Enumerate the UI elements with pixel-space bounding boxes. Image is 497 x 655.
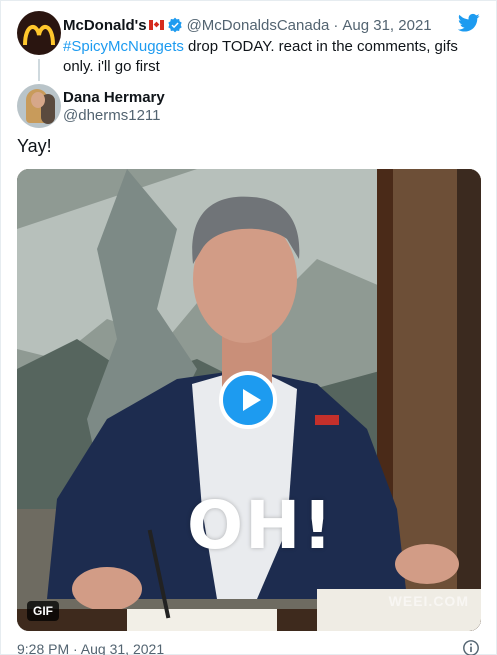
author-avatar[interactable]: [17, 84, 61, 128]
parent-tweet-header: McDonald's @McDonaldsCanada · Aug 31, 20…: [63, 15, 432, 35]
play-icon: [243, 389, 261, 411]
mcdonalds-avatar[interactable]: [17, 11, 61, 55]
author-display-name[interactable]: Dana Hermary: [63, 89, 165, 106]
avatar-face: [31, 92, 45, 108]
hashtag-link[interactable]: #SpicyMcNuggets: [63, 38, 184, 55]
author-handle[interactable]: @dherms1211: [63, 107, 161, 124]
watermark: WEEI.COM: [388, 593, 469, 609]
info-icon[interactable]: [462, 639, 480, 655]
canada-flag-icon: [148, 20, 164, 30]
play-button[interactable]: [219, 371, 277, 429]
parent-display-name[interactable]: McDonald's: [63, 17, 147, 34]
twitter-logo-icon[interactable]: [458, 13, 480, 33]
parent-tweet-text: #SpicyMcNuggets drop TODAY. react in the…: [63, 37, 483, 77]
parent-date[interactable]: Aug 31, 2021: [342, 17, 431, 34]
parent-handle[interactable]: @McDonaldsCanada: [187, 17, 330, 34]
gif-badge: GIF: [27, 601, 59, 621]
tweet-timestamp[interactable]: 9:28 PM · Aug 31, 2021: [17, 641, 164, 655]
gif-caption-text: OH!: [187, 487, 335, 564]
tweet-text: Yay!: [17, 136, 52, 156]
gif-media[interactable]: OH! GIF WEEI.COM: [17, 169, 481, 631]
thread-connector: [38, 59, 40, 81]
embedded-tweet: McDonald's @McDonaldsCanada · Aug 31, 20…: [0, 0, 497, 655]
separator-dot: ·: [333, 16, 339, 34]
verified-badge-icon: [167, 17, 182, 33]
golden-arches-icon: [23, 25, 55, 45]
